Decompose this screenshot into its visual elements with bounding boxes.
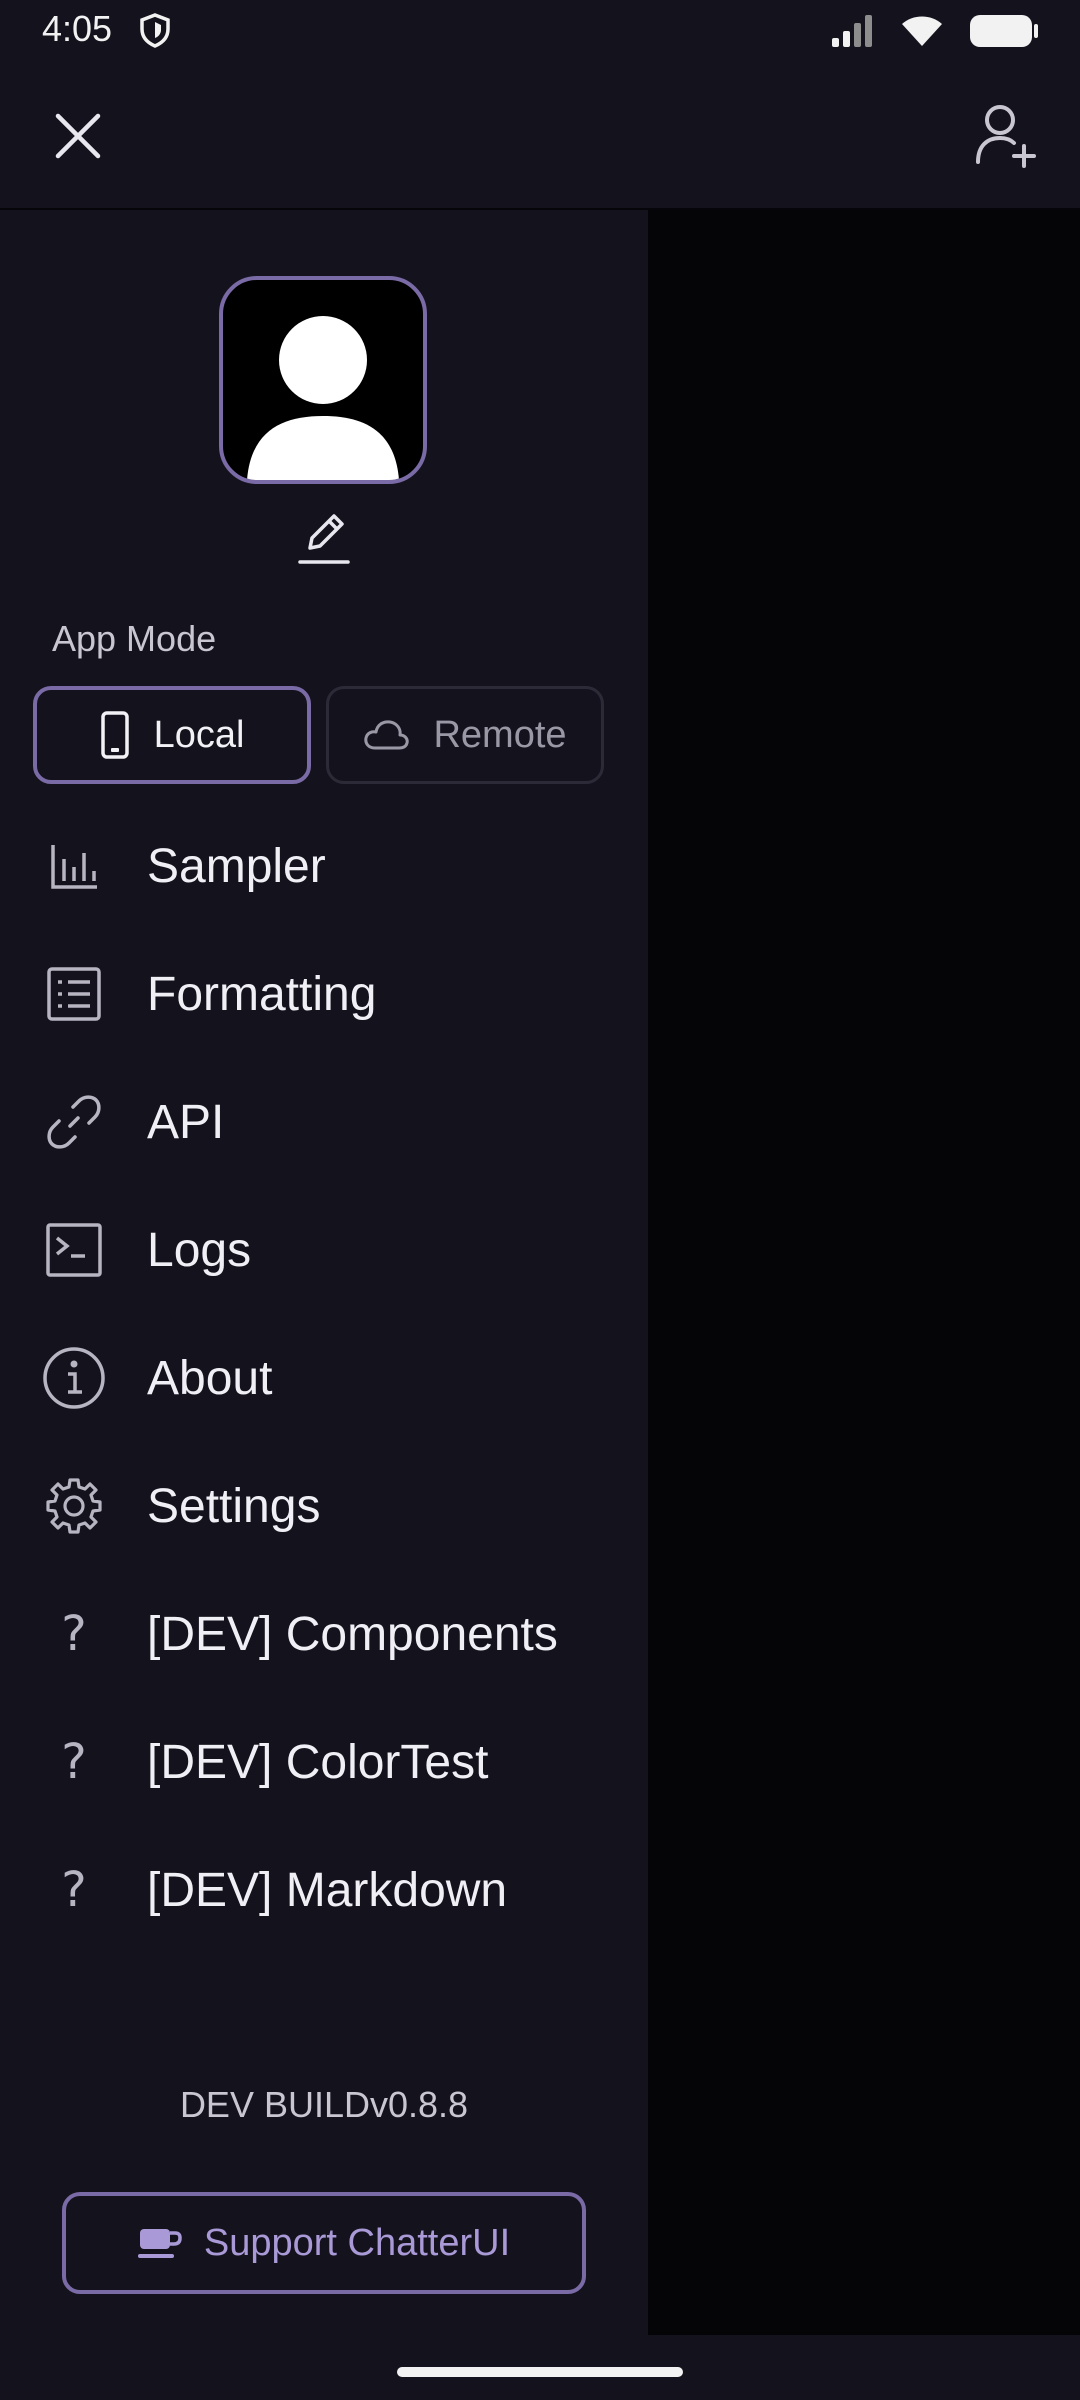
question-icon: ? [61, 1862, 87, 1918]
menu-item-logs[interactable]: Logs [0, 1186, 648, 1314]
menu-item-formatting[interactable]: Formatting [0, 930, 648, 1058]
wifi-icon [902, 16, 942, 46]
phone-icon [100, 711, 129, 759]
menu-item-label: [DEV] Markdown [147, 1863, 508, 1917]
terminal-icon [40, 1216, 108, 1284]
person-icon [247, 316, 399, 480]
home-indicator[interactable] [397, 2367, 683, 2377]
menu-item-label: [DEV] Components [147, 1607, 558, 1661]
menu-item-label: Sampler [147, 839, 326, 893]
navigation-drawer: App Mode Local Remote Sampler Formatting… [0, 210, 648, 2335]
close-icon[interactable] [48, 106, 108, 166]
pencil-icon[interactable] [298, 510, 350, 566]
local-mode-label: Local [153, 713, 245, 756]
link-icon [40, 1088, 108, 1156]
gear-icon [40, 1472, 108, 1540]
menu-item-dev-markdown[interactable]: ? [DEV] Markdown [0, 1826, 648, 1954]
shield-icon [140, 13, 170, 48]
coffee-icon [137, 2229, 182, 2258]
signal-icon [832, 15, 872, 47]
app-mode-label: App Mode [52, 618, 217, 659]
support-button[interactable]: Support ChatterUI [62, 2192, 586, 2294]
menu-item-label: Settings [147, 1479, 321, 1533]
menu-item-sampler[interactable]: Sampler [0, 802, 648, 930]
info-icon [40, 1344, 108, 1412]
menu-item-label: Formatting [147, 967, 377, 1021]
menu-item-label: [DEV] ColorTest [147, 1735, 489, 1789]
avatar[interactable] [219, 276, 427, 484]
status-bar: 4:05 [0, 0, 1080, 62]
menu-list: Sampler Formatting API Logs About Settin… [0, 802, 648, 1954]
menu-item-about[interactable]: About [0, 1314, 648, 1442]
remote-mode-button[interactable]: Remote [326, 686, 604, 784]
status-icons [830, 10, 1040, 52]
app-header [0, 62, 1080, 210]
menu-item-dev-colortest[interactable]: ? [DEV] ColorTest [0, 1698, 648, 1826]
menu-item-api[interactable]: API [0, 1058, 648, 1186]
list-icon [40, 960, 108, 1028]
status-time: 4:05 [42, 8, 113, 49]
menu-item-label: Logs [147, 1223, 252, 1277]
local-mode-button[interactable]: Local [33, 686, 311, 784]
menu-item-dev-components[interactable]: ? [DEV] Components [0, 1570, 648, 1698]
bar-chart-icon [40, 832, 108, 900]
question-icon: ? [61, 1734, 87, 1790]
menu-item-settings[interactable]: Settings [0, 1442, 648, 1570]
drawer-scrim[interactable] [648, 210, 1080, 2335]
menu-item-label: API [147, 1095, 225, 1149]
gesture-bar [0, 2335, 1080, 2400]
battery-icon [970, 15, 1038, 47]
remote-mode-label: Remote [433, 713, 567, 756]
add-user-icon[interactable] [970, 100, 1040, 170]
menu-item-label: About [147, 1351, 273, 1405]
question-icon: ? [61, 1606, 87, 1662]
support-label: Support ChatterUI [203, 2221, 511, 2264]
cloud-icon [364, 720, 410, 750]
version-text: DEV BUILDv0.8.8 [179, 2084, 469, 2125]
